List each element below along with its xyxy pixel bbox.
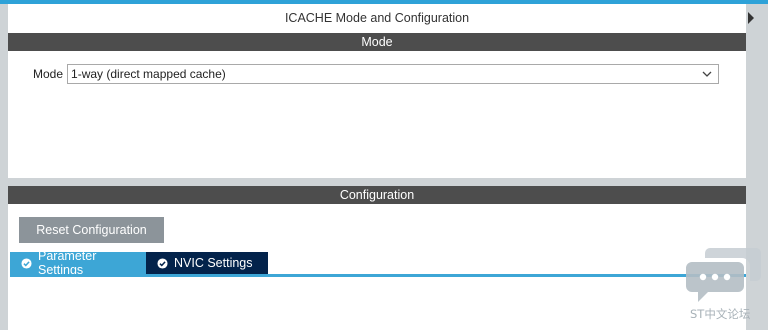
mode-section-header: Mode	[8, 33, 746, 51]
mode-dropdown[interactable]: 1-way (direct mapped cache)	[67, 64, 720, 84]
tab-nvic-settings[interactable]: NVIC Settings	[146, 252, 268, 274]
check-circle-icon	[157, 257, 168, 269]
mode-row: Mode 1-way (direct mapped cache)	[33, 64, 720, 84]
chat-bubble-icon	[686, 248, 761, 302]
tab-parameter-settings[interactable]: Parameter Settings	[10, 249, 146, 277]
config-tabs: Parameter Settings NVIC Settings	[10, 249, 268, 277]
watermark: ST中文论坛	[686, 246, 762, 326]
check-circle-icon	[21, 257, 32, 269]
window-title: ICACHE Mode and Configuration	[284, 11, 470, 25]
tab-parameter-settings-label: Parameter Settings	[38, 249, 97, 277]
tab-underline	[10, 274, 746, 277]
configuration-panel: Configuration Reset Configuration Parame…	[8, 186, 746, 330]
tab-nvic-settings-label: NVIC Settings	[174, 256, 253, 270]
mode-dropdown-value: 1-way (direct mapped cache)	[71, 67, 226, 81]
chevron-down-icon	[702, 71, 712, 77]
mode-panel: ICACHE Mode and Configuration Mode Mode …	[8, 4, 746, 178]
mode-label: Mode	[33, 67, 64, 81]
configuration-section-header: Configuration	[8, 186, 746, 204]
reset-configuration-button[interactable]: Reset Configuration	[19, 217, 164, 243]
caret-right-icon[interactable]	[747, 7, 755, 35]
watermark-text: ST中文论坛	[690, 307, 751, 321]
